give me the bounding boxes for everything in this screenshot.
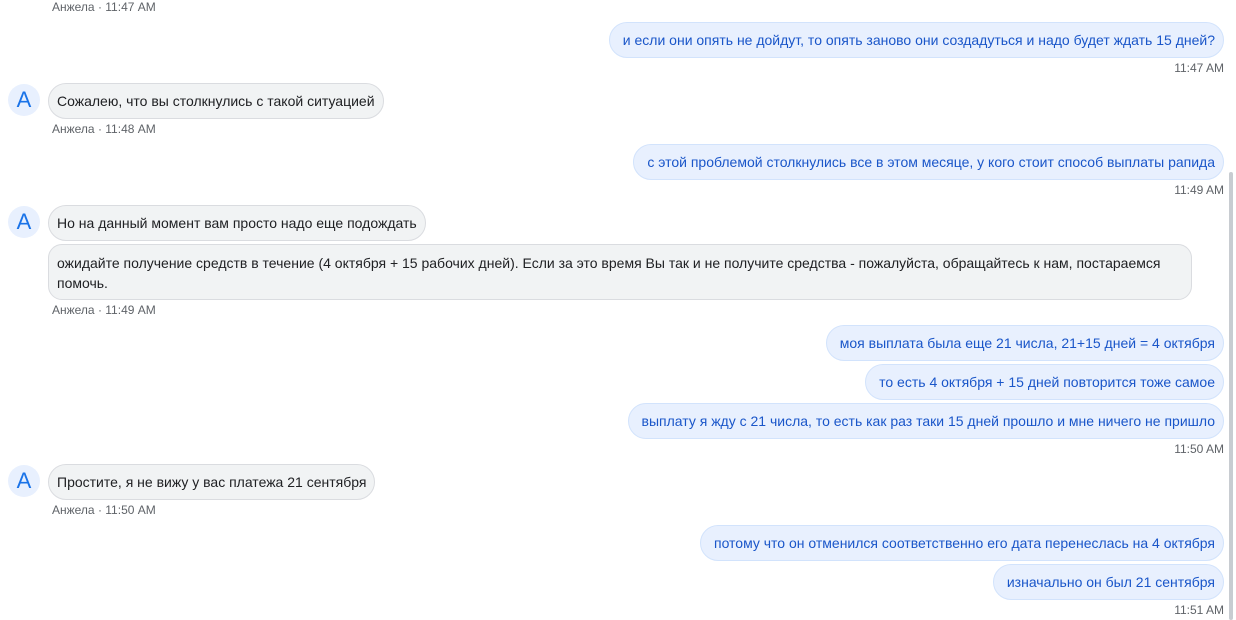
message-timestamp: 11:47 AM xyxy=(1174,61,1224,75)
message-timestamp: 11:51 AM xyxy=(1174,603,1224,617)
outgoing-message[interactable]: моя выплата была еще 21 числа, 21+15 дне… xyxy=(825,325,1224,361)
incoming-message[interactable]: Но на данный момент вам просто надо еще … xyxy=(48,205,426,241)
agent-avatar: A xyxy=(8,206,40,238)
agent-avatar: A xyxy=(8,465,40,497)
outgoing-message[interactable]: потому что он отменился соответственно е… xyxy=(699,525,1224,561)
message-timestamp: 11:49 AM xyxy=(1174,183,1224,197)
outgoing-message[interactable]: с этой проблемой столкнулись все в этом … xyxy=(633,144,1224,180)
message-timestamp: 11:50 AM xyxy=(1174,442,1224,456)
chat-transcript: Анжела · 11:47 AM и если они опять не до… xyxy=(0,0,1236,620)
outgoing-message[interactable]: изначально он был 21 сентября xyxy=(992,564,1224,600)
incoming-message[interactable]: ожидайте получение средств в течение (4 … xyxy=(48,244,1192,300)
outgoing-message[interactable]: и если они опять не дойдут, то опять зан… xyxy=(608,22,1224,58)
agent-avatar: A xyxy=(8,84,40,116)
incoming-message[interactable]: Простите, я не вижу у вас платежа 21 сен… xyxy=(48,464,376,500)
outgoing-message[interactable]: выплату я жду с 21 числа, то есть как ра… xyxy=(627,403,1224,439)
scrollbar[interactable] xyxy=(1229,172,1233,620)
incoming-message[interactable]: Сожалею, что вы столкнулись с такой ситу… xyxy=(48,83,384,119)
message-meta: Анжела · 11:48 AM xyxy=(52,122,156,136)
message-meta: Анжела · 11:50 AM xyxy=(52,503,156,517)
message-meta: Анжела · 11:47 AM xyxy=(52,0,156,14)
outgoing-message[interactable]: то есть 4 октября + 15 дней повторится т… xyxy=(865,364,1224,400)
message-meta: Анжела · 11:49 AM xyxy=(52,303,156,317)
